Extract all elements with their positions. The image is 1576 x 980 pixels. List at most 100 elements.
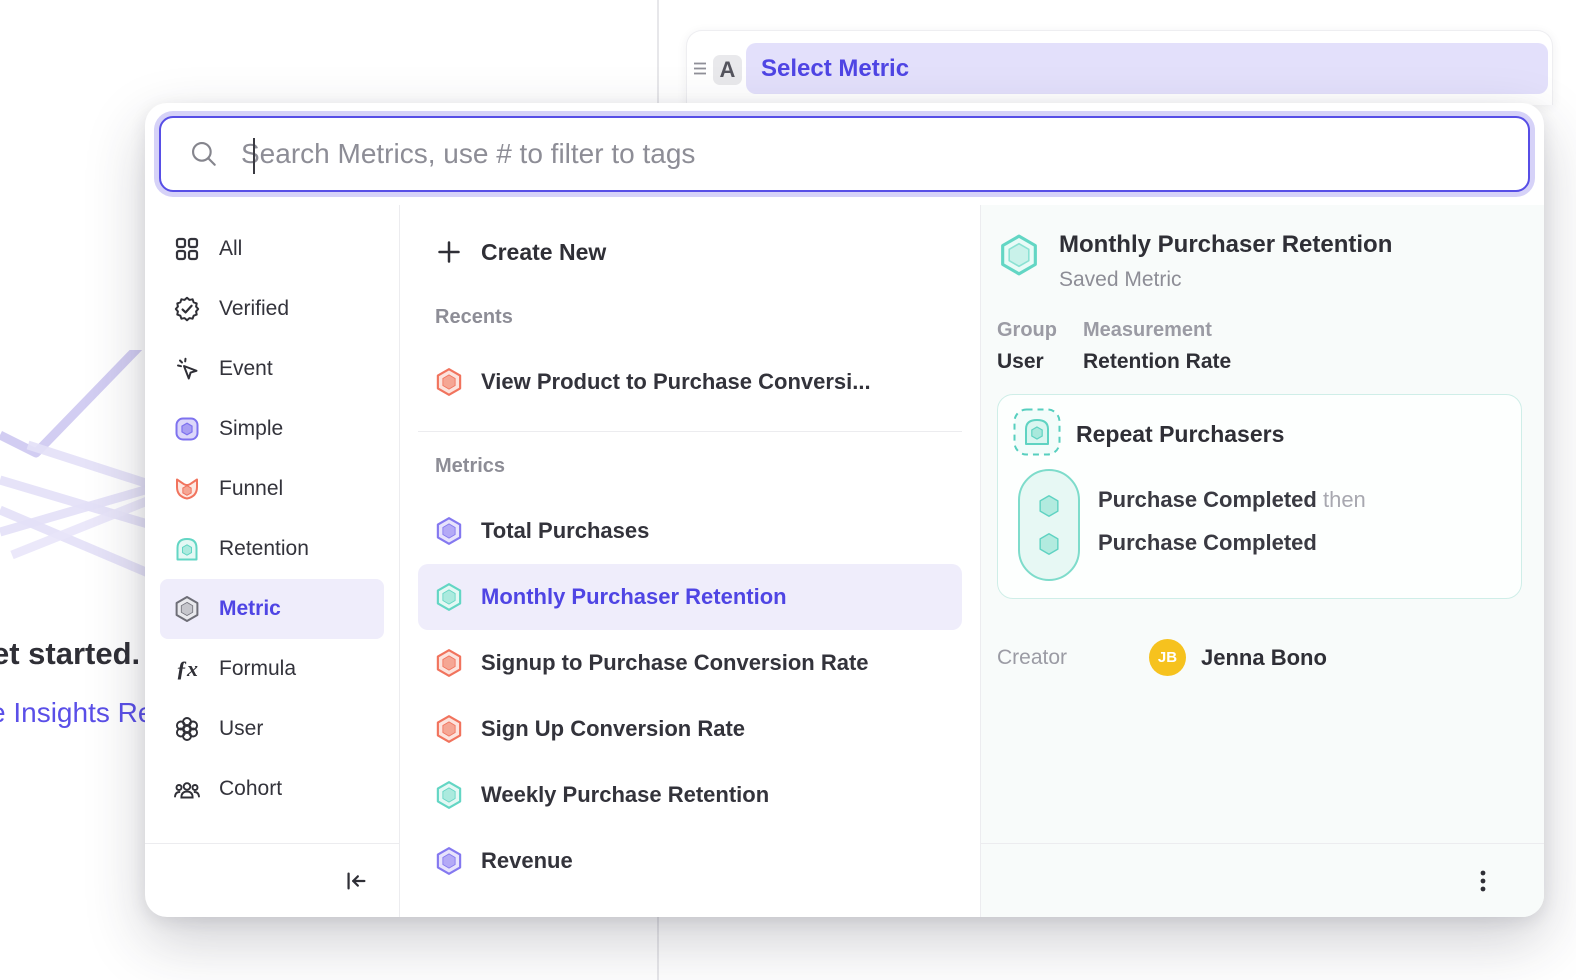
metric-list-item[interactable]: Monthly Purchaser Retention	[418, 564, 962, 630]
property-value: Retention Rate	[1083, 350, 1231, 374]
sidebar-item-metric[interactable]: Metric	[160, 579, 384, 639]
sidebar-item-all[interactable]: All	[160, 219, 384, 279]
search-input[interactable]	[219, 118, 1528, 190]
property-label: Measurement	[1083, 319, 1231, 342]
step-hexagon-icon	[1036, 493, 1062, 519]
step-2-event: Purchase Completed	[1098, 530, 1317, 555]
property-measurement: Measurement Retention Rate	[1083, 319, 1231, 374]
property-value: User	[997, 350, 1057, 374]
plus-icon	[434, 237, 464, 267]
metric-details-panel: Monthly Purchaser Retention Saved Metric…	[980, 205, 1544, 917]
metric-icon	[173, 595, 201, 623]
cohort-icon	[173, 775, 201, 803]
step-hexagon-icon	[1036, 531, 1062, 557]
create-new-label: Create New	[481, 239, 606, 266]
drag-handle-icon[interactable]	[692, 59, 710, 84]
creator-avatar: JB	[1149, 639, 1186, 676]
behavior-icon	[1012, 407, 1062, 462]
creator-label: Creator	[997, 646, 1149, 670]
retention-icon	[173, 535, 201, 563]
category-sidebar: All Verified Event Simple Funnel Retention Met…	[145, 205, 400, 917]
sidebar-item-label: All	[219, 237, 242, 261]
creator-row: Creator JB Jenna Bono	[997, 639, 1544, 676]
metric-item-label: Sign Up Conversion Rate	[481, 716, 745, 742]
metric-hex-icon	[434, 516, 464, 546]
metric-picker-dialog: All Verified Event Simple Funnel Retention Met…	[145, 103, 1544, 917]
create-new-button[interactable]: Create New	[418, 219, 962, 285]
definition-header: Repeat Purchasers	[1012, 407, 1284, 462]
metric-list: Create New Recents View Product to Purcha…	[400, 205, 980, 917]
metric-definition-card: Repeat Purchasers Purchase Completed the…	[997, 394, 1522, 599]
metric-item-label: View Product to Purchase Conversi...	[481, 369, 871, 395]
select-metric-button[interactable]: Select Metric	[746, 43, 1548, 94]
metric-item-label: Monthly Purchaser Retention	[481, 584, 787, 610]
sidebar-item-label: Funnel	[219, 477, 283, 501]
more-options-icon[interactable]	[1471, 867, 1495, 895]
metric-slot-bar: A Select Metric	[686, 30, 1553, 105]
metric-hex-icon	[434, 714, 464, 744]
sidebar-item-label: Formula	[219, 657, 296, 681]
details-footer	[981, 843, 1544, 917]
grid-icon	[173, 235, 201, 263]
property-group: Group User	[997, 319, 1057, 374]
search-bar[interactable]	[159, 116, 1530, 192]
metric-hex-icon	[434, 367, 464, 397]
metric-item-label: Signup to Purchase Conversion Rate	[481, 650, 869, 676]
metric-hex-icon	[434, 582, 464, 612]
text-caret	[253, 138, 255, 174]
section-header-recents: Recents	[400, 285, 980, 349]
metric-hex-icon	[434, 780, 464, 810]
metric-list-item[interactable]: Total Purchases	[418, 498, 962, 564]
sidebar-item-simple[interactable]: Simple	[160, 399, 384, 459]
sidebar-item-formula[interactable]: ƒx Formula	[160, 639, 384, 699]
collapse-sidebar-icon[interactable]	[343, 868, 369, 894]
sidebar-item-event[interactable]: Event	[160, 339, 384, 399]
picker-body: All Verified Event Simple Funnel Retention Met…	[145, 205, 1544, 917]
sidebar-item-label: Retention	[219, 537, 309, 561]
metric-properties: Group User Measurement Retention Rate	[997, 319, 1544, 374]
metric-item-label: Total Purchases	[481, 518, 649, 544]
property-label: Group	[997, 319, 1057, 342]
step-connector: then	[1323, 487, 1366, 512]
metric-title: Monthly Purchaser Retention	[1059, 231, 1392, 259]
metric-block-letter: A	[713, 55, 742, 85]
metric-list-item[interactable]: Sign Up Conversion Rate	[418, 696, 962, 762]
metric-item-label: Weekly Purchase Retention	[481, 782, 769, 808]
formula-icon: ƒx	[173, 655, 201, 683]
sidebar-item-label: Cohort	[219, 777, 282, 801]
metric-list-item[interactable]: Signup to Purchase Conversion Rate	[418, 630, 962, 696]
sidebar-item-verified[interactable]: Verified	[160, 279, 384, 339]
sidebar-item-cohort[interactable]: Cohort	[160, 759, 384, 819]
section-header-metrics: Metrics	[400, 434, 980, 498]
user-icon	[173, 715, 201, 743]
step-1: Purchase Completed then	[1098, 487, 1366, 513]
behavior-name: Repeat Purchasers	[1076, 421, 1284, 448]
sidebar-item-label: Simple	[219, 417, 283, 441]
steps-pill	[1018, 469, 1080, 581]
metric-hex-icon	[434, 846, 464, 876]
sidebar-item-label: User	[219, 717, 263, 741]
sidebar-item-user[interactable]: User	[160, 699, 384, 759]
metric-item-label: Revenue	[481, 848, 573, 874]
step-1-event: Purchase Completed	[1098, 487, 1317, 512]
section-divider	[418, 431, 962, 432]
background-link-fragment[interactable]: e Insights Re	[0, 697, 153, 729]
metric-hex-icon	[434, 648, 464, 678]
metric-list-item[interactable]: Weekly Purchase Retention	[418, 762, 962, 828]
saved-metric-icon	[997, 233, 1041, 277]
funnel-icon	[173, 475, 201, 503]
verified-icon	[173, 295, 201, 323]
background-headline-fragment: et started.	[0, 636, 140, 672]
step-2: Purchase Completed	[1098, 530, 1366, 556]
sidebar-item-label: Metric	[219, 597, 281, 621]
sidebar-item-funnel[interactable]: Funnel	[160, 459, 384, 519]
metric-subtitle: Saved Metric	[1059, 268, 1392, 292]
select-metric-label: Select Metric	[761, 55, 909, 83]
metric-list-item[interactable]: View Product to Purchase Conversi...	[418, 349, 962, 415]
simple-icon	[173, 415, 201, 443]
sidebar-item-label: Verified	[219, 297, 289, 321]
metric-list-item[interactable]: Revenue	[418, 828, 962, 894]
sidebar-item-retention[interactable]: Retention	[160, 519, 384, 579]
details-header: Monthly Purchaser Retention Saved Metric	[997, 231, 1544, 292]
event-icon	[173, 355, 201, 383]
